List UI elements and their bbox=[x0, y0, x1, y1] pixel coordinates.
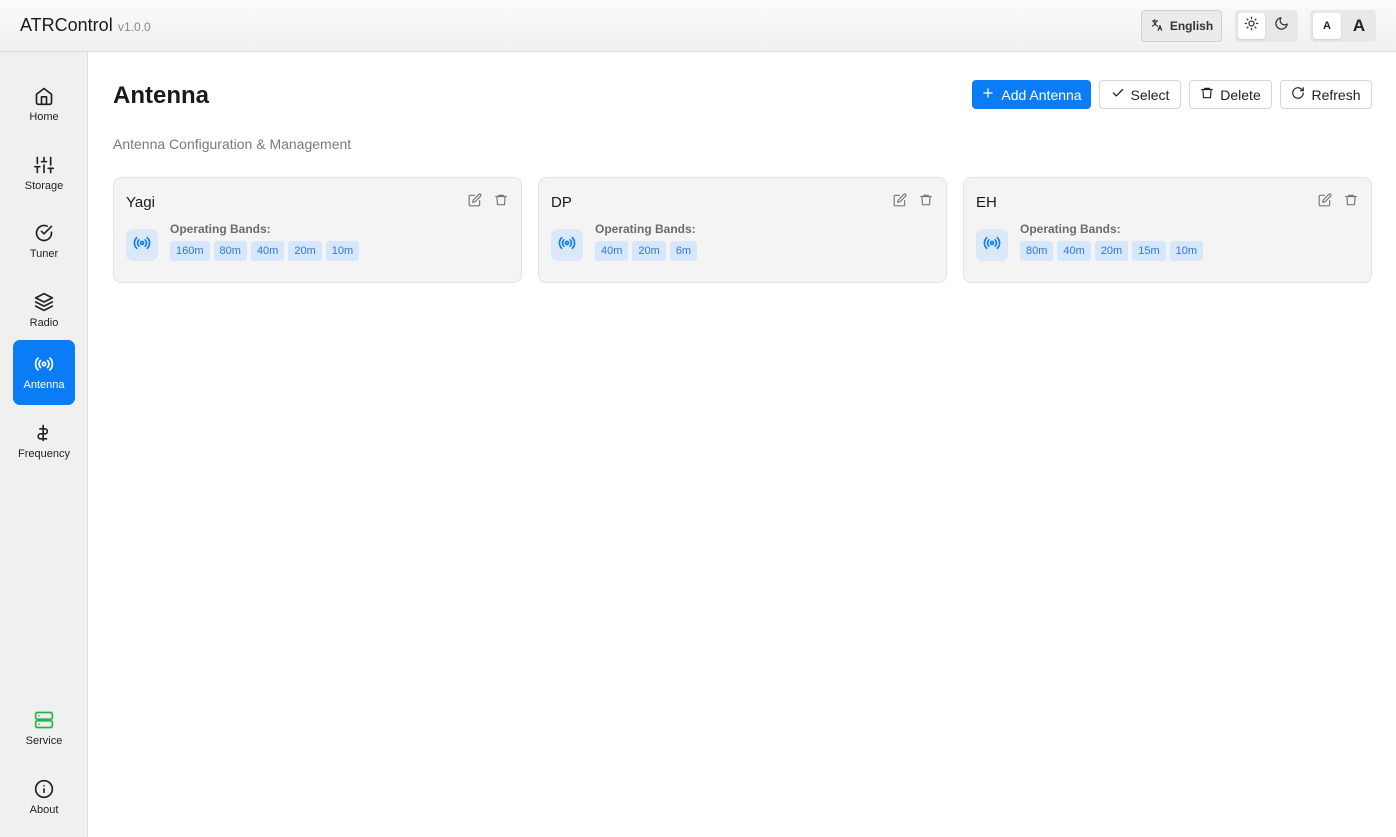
home-icon bbox=[34, 86, 54, 106]
info-icon bbox=[34, 779, 54, 799]
language-button[interactable]: English bbox=[1141, 10, 1222, 42]
sidebar-item-label: Antenna bbox=[23, 379, 65, 391]
trash-icon[interactable] bbox=[1343, 192, 1359, 208]
sidebar-item-label: Service bbox=[25, 735, 63, 747]
select-button[interactable]: Select bbox=[1099, 80, 1181, 109]
antenna-card[interactable]: Yagi Operating Bands: 160m 80m 40m 20m 1… bbox=[113, 177, 522, 283]
band-list: 80m 40m 20m 15m 10m bbox=[1020, 241, 1204, 261]
broadcast-icon bbox=[983, 234, 1001, 257]
edit-icon[interactable] bbox=[892, 192, 908, 208]
refresh-icon bbox=[1291, 86, 1305, 103]
band-chip: 20m bbox=[632, 241, 666, 261]
check-circle-icon bbox=[34, 223, 54, 243]
band-chip: 40m bbox=[250, 241, 285, 261]
broadcast-icon bbox=[133, 234, 151, 257]
main-content: Antenna Antenna Configuration & Manageme… bbox=[88, 52, 1396, 837]
font-large-button[interactable]: A bbox=[1345, 13, 1373, 39]
app-title: ATRControl bbox=[20, 15, 113, 35]
translate-icon bbox=[1150, 18, 1164, 35]
band-chip: 20m bbox=[288, 241, 322, 261]
font-size-toggle: A A bbox=[1310, 10, 1376, 42]
sidebar-item-radio[interactable]: Radio bbox=[13, 278, 75, 343]
check-icon bbox=[1111, 86, 1125, 103]
theme-toggle bbox=[1235, 10, 1298, 42]
language-label: English bbox=[1169, 19, 1214, 33]
trash-icon[interactable] bbox=[918, 192, 934, 208]
sidebar-item-antenna[interactable]: Antenna bbox=[13, 340, 75, 405]
antenna-icon-box bbox=[551, 229, 583, 261]
operating-bands-label: Operating Bands: bbox=[595, 222, 696, 236]
antenna-name: DP bbox=[551, 194, 572, 211]
page-title: Antenna bbox=[113, 82, 209, 109]
band-chip: 80m bbox=[213, 241, 247, 261]
layers-icon bbox=[34, 292, 54, 312]
sidebar-item-label: Radio bbox=[29, 317, 59, 329]
trash-icon bbox=[1200, 86, 1214, 103]
sidebar-item-label: About bbox=[29, 804, 59, 816]
antenna-card[interactable]: EH Operating Bands: 80m 40m 20m 15m 10m bbox=[963, 177, 1372, 283]
band-chip: 10m bbox=[325, 241, 360, 261]
sidebar: Home Storage Tuner Radio Antenna Frequen… bbox=[0, 52, 88, 837]
page-subtitle: Antenna Configuration & Management bbox=[113, 136, 352, 152]
edit-icon[interactable] bbox=[1317, 192, 1333, 208]
antenna-card[interactable]: DP Operating Bands: 40m 20m 6m bbox=[538, 177, 947, 283]
antenna-name: Yagi bbox=[126, 194, 155, 211]
band-list: 40m 20m 6m bbox=[595, 241, 698, 261]
band-chip: 80m bbox=[1020, 241, 1054, 261]
broadcast-icon bbox=[34, 354, 54, 374]
band-chip: 40m bbox=[595, 241, 629, 261]
plus-icon bbox=[981, 86, 995, 103]
band-list: 160m 80m 40m 20m 10m bbox=[170, 241, 360, 261]
add-antenna-button[interactable]: Add Antenna bbox=[972, 80, 1091, 109]
operating-bands-label: Operating Bands: bbox=[1020, 222, 1121, 236]
band-chip: 15m bbox=[1132, 241, 1166, 261]
sidebar-item-label: Frequency bbox=[18, 448, 70, 460]
select-label: Select bbox=[1130, 86, 1170, 103]
sidebar-item-tuner[interactable]: Tuner bbox=[13, 209, 75, 274]
sidebar-item-service[interactable]: Service bbox=[13, 696, 75, 761]
broadcast-icon bbox=[558, 234, 576, 257]
app-version: v1.0.0 bbox=[118, 20, 151, 34]
sun-icon bbox=[1244, 16, 1259, 36]
refresh-label: Refresh bbox=[1311, 86, 1361, 103]
refresh-button[interactable]: Refresh bbox=[1280, 80, 1372, 109]
light-theme-button[interactable] bbox=[1238, 13, 1265, 39]
delete-button[interactable]: Delete bbox=[1189, 80, 1272, 109]
band-chip: 40m bbox=[1057, 241, 1091, 261]
sidebar-item-label: Storage bbox=[24, 180, 64, 192]
antenna-icon-box bbox=[976, 229, 1008, 261]
antenna-name: EH bbox=[976, 194, 997, 211]
trash-icon[interactable] bbox=[493, 192, 509, 208]
sidebar-item-label: Home bbox=[29, 111, 59, 123]
sidebar-item-storage[interactable]: Storage bbox=[13, 141, 75, 206]
dark-theme-button[interactable] bbox=[1269, 13, 1296, 39]
band-chip: 6m bbox=[669, 241, 698, 261]
sidebar-item-home[interactable]: Home bbox=[13, 72, 75, 137]
edit-icon[interactable] bbox=[467, 192, 483, 208]
sidebar-item-frequency[interactable]: Frequency bbox=[13, 409, 75, 474]
moon-icon bbox=[1274, 16, 1289, 36]
band-chip: 10m bbox=[1169, 241, 1204, 261]
sidebar-item-about[interactable]: About bbox=[13, 765, 75, 830]
sliders-icon bbox=[34, 155, 54, 175]
add-antenna-label: Add Antenna bbox=[1001, 86, 1082, 103]
server-icon bbox=[34, 710, 54, 730]
font-small-button[interactable]: A bbox=[1313, 13, 1341, 39]
band-chip: 20m bbox=[1094, 241, 1129, 261]
band-chip: 160m bbox=[170, 241, 210, 261]
operating-bands-label: Operating Bands: bbox=[170, 222, 271, 236]
top-bar: ATRControl v1.0.0 English A A bbox=[0, 0, 1396, 52]
frequency-icon bbox=[34, 423, 54, 443]
antenna-icon-box bbox=[126, 229, 158, 261]
delete-label: Delete bbox=[1220, 86, 1261, 103]
sidebar-item-label: Tuner bbox=[29, 248, 59, 260]
